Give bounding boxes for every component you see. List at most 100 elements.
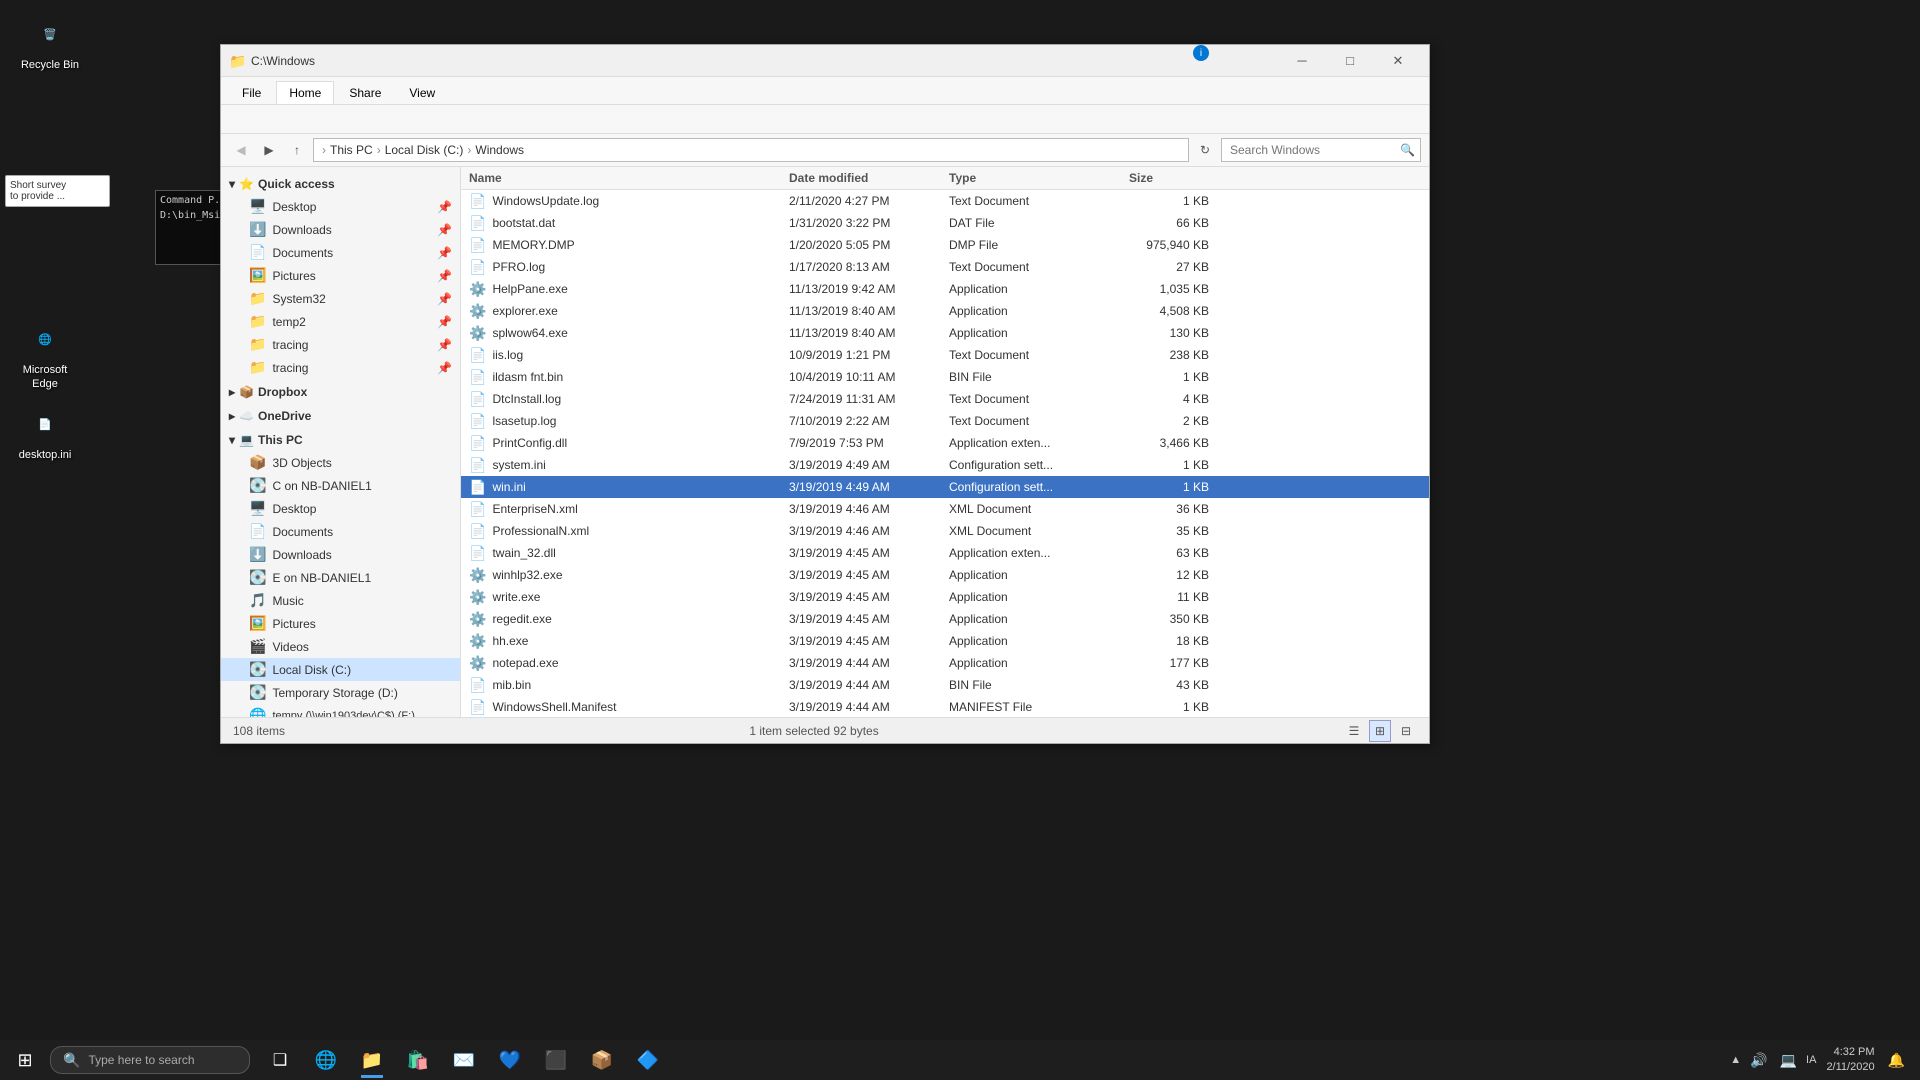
- recycle-bin-icon[interactable]: 🗑️ Recycle Bin: [10, 10, 90, 76]
- start-button[interactable]: ⊞: [0, 1040, 50, 1080]
- quick-access-arrow: ▾: [229, 177, 235, 191]
- sidebar-item-documents2[interactable]: 📄 Documents: [221, 520, 460, 543]
- sidebar-item-tracing2[interactable]: 📁 tracing 📌: [221, 356, 460, 379]
- search-input[interactable]: [1221, 138, 1421, 162]
- col-header-name[interactable]: Name: [469, 171, 789, 185]
- sidebar-dropbox-header[interactable]: ▸ 📦 Dropbox: [221, 381, 460, 403]
- network-tray-icon[interactable]: 🔊: [1747, 1052, 1770, 1069]
- sidebar-item-music[interactable]: 🎵 Music: [221, 589, 460, 612]
- sidebar-item-temp2[interactable]: 📁 temp2 📌: [221, 310, 460, 333]
- sidebar-item-local-disk[interactable]: 💽 Local Disk (C:): [221, 658, 460, 681]
- table-row[interactable]: ⚙️ HelpPane.exe 11/13/2019 9:42 AM Appli…: [461, 278, 1429, 300]
- sidebar-this-pc-header[interactable]: ▾ 💻 This PC: [221, 429, 460, 451]
- table-row[interactable]: ⚙️ winhlp32.exe 3/19/2019 4:45 AM Applic…: [461, 564, 1429, 586]
- address-path[interactable]: › This PC › Local Disk (C:) › Windows: [313, 138, 1189, 162]
- table-row[interactable]: 📄 lsasetup.log 7/10/2019 2:22 AM Text Do…: [461, 410, 1429, 432]
- file-date-cell: 3/19/2019 4:45 AM: [789, 612, 949, 626]
- window-title: C:\Windows: [251, 54, 1279, 68]
- sidebar-item-downloads[interactable]: ⬇️ Downloads 📌: [221, 218, 460, 241]
- table-row[interactable]: 📄 WindowsShell.Manifest 3/19/2019 4:44 A…: [461, 696, 1429, 717]
- edge-label: MicrosoftEdge: [23, 363, 68, 392]
- sidebar-item-desktop2[interactable]: 🖥️ Desktop: [221, 497, 460, 520]
- path-this-pc[interactable]: This PC: [330, 143, 373, 157]
- sidebar-item-tracing1[interactable]: 📁 tracing 📌: [221, 333, 460, 356]
- refresh-button[interactable]: ↻: [1193, 138, 1217, 162]
- taskbar-extra[interactable]: 🔷: [626, 1040, 670, 1080]
- large-icons-button[interactable]: ⊟: [1395, 720, 1417, 742]
- sidebar-item-pictures[interactable]: 🖼️ Pictures 📌: [221, 264, 460, 287]
- table-row[interactable]: 📄 EnterpriseN.xml 3/19/2019 4:46 AM XML …: [461, 498, 1429, 520]
- col-header-size[interactable]: Size: [1129, 171, 1209, 185]
- taskbar-explorer[interactable]: 📁: [350, 1040, 394, 1080]
- volume-tray-icon[interactable]: 💻: [1777, 1052, 1800, 1069]
- table-row[interactable]: 📄 iis.log 10/9/2019 1:21 PM Text Documen…: [461, 344, 1429, 366]
- table-row[interactable]: 📄 win.ini 3/19/2019 4:49 AM Configuratio…: [461, 476, 1429, 498]
- table-row[interactable]: 📄 DtcInstall.log 7/24/2019 11:31 AM Text…: [461, 388, 1429, 410]
- table-row[interactable]: 📄 ProfessionalN.xml 3/19/2019 4:46 AM XM…: [461, 520, 1429, 542]
- table-row[interactable]: 📄 WindowsUpdate.log 2/11/2020 4:27 PM Te…: [461, 190, 1429, 212]
- table-row[interactable]: ⚙️ hh.exe 3/19/2019 4:45 AM Application …: [461, 630, 1429, 652]
- sidebar-item-system32[interactable]: 📁 System32 📌: [221, 287, 460, 310]
- info-badge[interactable]: i: [1193, 45, 1209, 61]
- col-header-date[interactable]: Date modified: [789, 171, 949, 185]
- close-button[interactable]: ✕: [1375, 45, 1421, 77]
- table-row[interactable]: 📄 mib.bin 3/19/2019 4:44 AM BIN File 43 …: [461, 674, 1429, 696]
- col-header-type[interactable]: Type: [949, 171, 1129, 185]
- path-windows[interactable]: Windows: [475, 143, 524, 157]
- edge-desktop-icon[interactable]: 🌐 MicrosoftEdge: [5, 315, 85, 396]
- sidebar-item-tempy-f[interactable]: 🌐 tempy (\\win1903dev\C$) (F:): [221, 704, 460, 717]
- taskbar-mail[interactable]: ✉️: [442, 1040, 486, 1080]
- sidebar-quick-access-header[interactable]: ▾ ⭐ Quick access: [221, 173, 460, 195]
- sidebar-item-e-on-nb[interactable]: 💽 E on NB-DANIEL1: [221, 566, 460, 589]
- taskbar-task-view[interactable]: ❑: [258, 1040, 302, 1080]
- sidebar-item-c-on-nb[interactable]: 💽 C on NB-DANIEL1: [221, 474, 460, 497]
- up-button[interactable]: ↑: [285, 138, 309, 162]
- details-view-button[interactable]: ☰: [1343, 720, 1365, 742]
- table-row[interactable]: ⚙️ splwow64.exe 11/13/2019 8:40 AM Appli…: [461, 322, 1429, 344]
- table-row[interactable]: 📄 bootstat.dat 1/31/2020 3:22 PM DAT Fil…: [461, 212, 1429, 234]
- sidebar-item-documents[interactable]: 📄 Documents 📌: [221, 241, 460, 264]
- file-type-cell: BIN File: [949, 678, 1129, 692]
- forward-button[interactable]: ▶: [257, 138, 281, 162]
- taskbar-search[interactable]: 🔍 Type here to search: [50, 1046, 250, 1074]
- sidebar-onedrive-header[interactable]: ▸ ☁️ OneDrive: [221, 405, 460, 427]
- desktop-ini-icon[interactable]: 📄 desktop.ini: [5, 400, 85, 466]
- tray-expand-arrow[interactable]: ▲: [1730, 1054, 1741, 1066]
- maximize-button[interactable]: □: [1327, 45, 1373, 77]
- survey-popup[interactable]: Short survey to provide ...: [5, 175, 110, 207]
- sidebar-item-pictures2[interactable]: 🖼️ Pictures: [221, 612, 460, 635]
- sidebar-item-videos[interactable]: 🎬 Videos: [221, 635, 460, 658]
- taskbar-store[interactable]: 🛍️: [396, 1040, 440, 1080]
- taskbar-vs[interactable]: 💙: [488, 1040, 532, 1080]
- ribbon-tab-share[interactable]: Share: [336, 81, 394, 104]
- taskbar-dropbox[interactable]: 📦: [580, 1040, 624, 1080]
- taskbar-edge[interactable]: 🌐: [304, 1040, 348, 1080]
- table-row[interactable]: 📄 system.ini 3/19/2019 4:49 AM Configura…: [461, 454, 1429, 476]
- table-row[interactable]: ⚙️ regedit.exe 3/19/2019 4:45 AM Applica…: [461, 608, 1429, 630]
- minimize-button[interactable]: ─: [1279, 45, 1325, 77]
- sidebar-item-downloads2[interactable]: ⬇️ Downloads: [221, 543, 460, 566]
- notification-icon[interactable]: 🔔: [1885, 1052, 1908, 1069]
- back-button[interactable]: ◀: [229, 138, 253, 162]
- clock[interactable]: 4:32 PM 2/11/2020: [1822, 1045, 1878, 1076]
- table-row[interactable]: ⚙️ write.exe 3/19/2019 4:45 AM Applicati…: [461, 586, 1429, 608]
- sidebar-item-temp-storage[interactable]: 💽 Temporary Storage (D:): [221, 681, 460, 704]
- path-local-disk[interactable]: Local Disk (C:): [385, 143, 464, 157]
- table-row[interactable]: ⚙️ explorer.exe 11/13/2019 8:40 AM Appli…: [461, 300, 1429, 322]
- table-row[interactable]: 📄 twain_32.dll 3/19/2019 4:45 AM Applica…: [461, 542, 1429, 564]
- table-row[interactable]: 📄 PFRO.log 1/17/2020 8:13 AM Text Docume…: [461, 256, 1429, 278]
- table-row[interactable]: ⚙️ notepad.exe 3/19/2019 4:44 AM Applica…: [461, 652, 1429, 674]
- taskbar-terminal[interactable]: ⬛: [534, 1040, 578, 1080]
- file-type-cell: MANIFEST File: [949, 700, 1129, 714]
- ribbon-tab-file[interactable]: File: [229, 81, 274, 104]
- sidebar-item-3d-objects[interactable]: 📦 3D Objects: [221, 451, 460, 474]
- ribbon-tab-home[interactable]: Home: [276, 81, 334, 104]
- sidebar-item-desktop[interactable]: 🖥️ Desktop 📌: [221, 195, 460, 218]
- file-type-cell: Text Document: [949, 194, 1129, 208]
- list-view-button[interactable]: ⊞: [1369, 720, 1391, 742]
- ribbon-tab-view[interactable]: View: [396, 81, 448, 104]
- 3d-objects-label: 3D Objects: [272, 456, 331, 470]
- table-row[interactable]: 📄 MEMORY.DMP 1/20/2020 5:05 PM DMP File …: [461, 234, 1429, 256]
- table-row[interactable]: 📄 PrintConfig.dll 7/9/2019 7:53 PM Appli…: [461, 432, 1429, 454]
- table-row[interactable]: 📄 ildasm fnt.bin 10/4/2019 10:11 AM BIN …: [461, 366, 1429, 388]
